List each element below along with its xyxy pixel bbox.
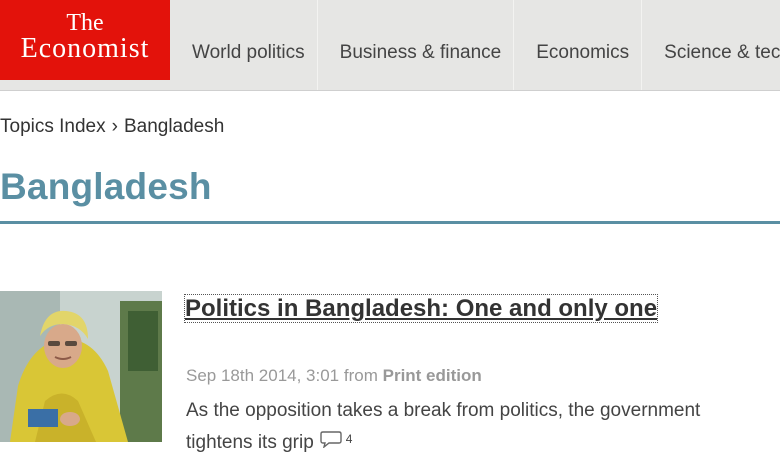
nav-item-economics[interactable]: Economics bbox=[514, 0, 643, 90]
nav-item-science-technology[interactable]: Science & tec bbox=[642, 0, 780, 90]
economist-logo[interactable]: The Economist bbox=[0, 0, 170, 80]
article-teaser-text: As the opposition takes a break from pol… bbox=[186, 400, 701, 453]
article-teaser: As the opposition takes a break from pol… bbox=[186, 397, 706, 457]
nav-item-business-finance[interactable]: Business & finance bbox=[318, 0, 515, 90]
breadcrumb: Topics Index › Bangladesh bbox=[0, 116, 224, 138]
print-edition-link[interactable]: Print edition bbox=[383, 366, 482, 385]
article-headline-link[interactable]: Politics in Bangladesh: One and only one bbox=[183, 294, 659, 323]
article-thumbnail-image[interactable] bbox=[0, 291, 162, 442]
article-headline: Politics in Bangladesh: One and only one bbox=[183, 291, 685, 326]
main-nav: World politics Business & finance Econom… bbox=[170, 0, 780, 90]
article-meta: Sep 18th 2014, 3:01 from Print edition bbox=[186, 366, 482, 386]
top-navigation-bar: The Economist World politics Business & … bbox=[0, 0, 780, 91]
article-date: Sep 18th 2014, 3:01 bbox=[186, 366, 340, 385]
page-title: Bangladesh bbox=[0, 166, 212, 207]
title-rule-divider bbox=[0, 221, 780, 224]
nav-item-world-politics[interactable]: World politics bbox=[170, 0, 318, 90]
breadcrumb-topics-index-link[interactable]: Topics Index bbox=[0, 116, 106, 137]
breadcrumb-separator: › bbox=[111, 116, 118, 137]
logo-line-2: Economist bbox=[20, 33, 150, 64]
article-from-label: from bbox=[343, 366, 378, 385]
comment-count: 4 bbox=[345, 432, 353, 446]
comments-link[interactable]: 4 bbox=[320, 425, 353, 453]
comment-bubble-icon bbox=[320, 431, 342, 448]
portrait-photo-illustration bbox=[0, 291, 162, 442]
breadcrumb-current: Bangladesh bbox=[123, 116, 225, 137]
